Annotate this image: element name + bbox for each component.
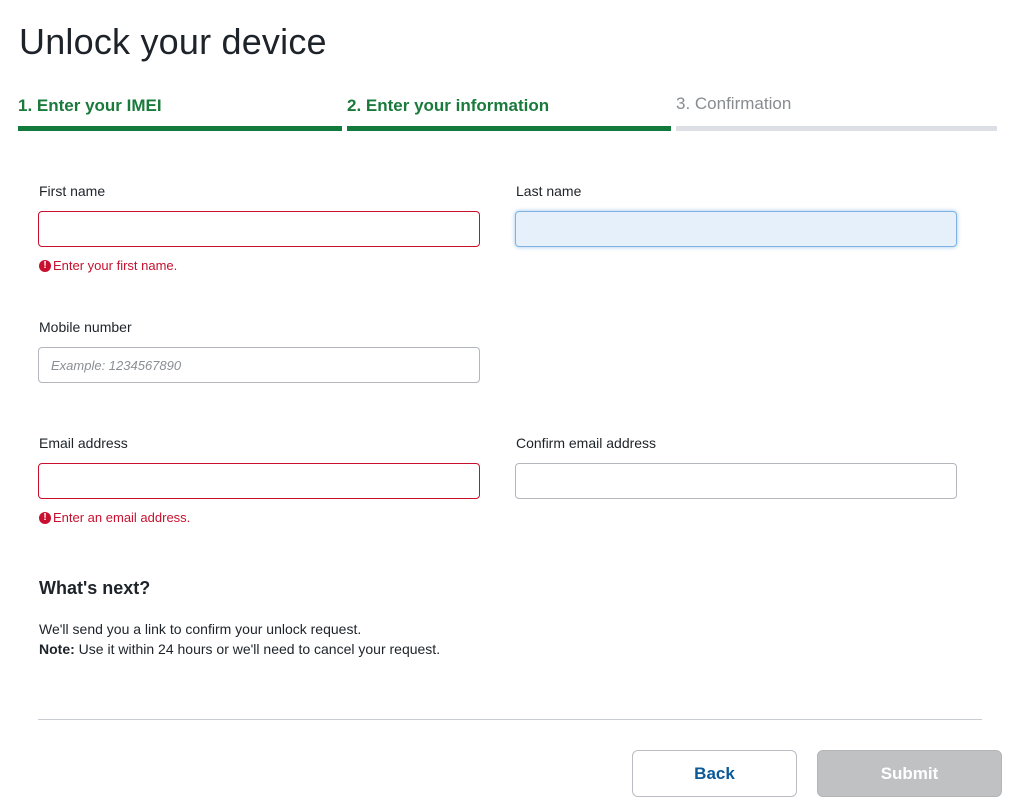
- step-progress-bar: [676, 126, 997, 131]
- confirm-email-field[interactable]: [515, 463, 957, 499]
- submit-button[interactable]: Submit: [817, 750, 1002, 797]
- note-label: Note:: [39, 641, 75, 657]
- step-label: 1. Enter your IMEI: [18, 96, 162, 115]
- first-name-field[interactable]: [38, 211, 480, 247]
- first-name-error: ! Enter your first name.: [39, 258, 177, 274]
- step-progress-bar: [18, 126, 342, 131]
- divider: [38, 719, 982, 720]
- email-label: Email address: [39, 435, 128, 451]
- confirm-email-label: Confirm email address: [516, 435, 657, 451]
- last-name-field[interactable]: [515, 211, 957, 247]
- step-label: 2. Enter your information: [347, 96, 550, 115]
- whats-next-text: We'll send you a link to confirm your un…: [39, 619, 440, 659]
- step-confirmation: 3. Confirmation: [676, 94, 997, 131]
- email-field[interactable]: [38, 463, 480, 499]
- step-enter-imei: 1. Enter your IMEI: [18, 94, 342, 131]
- mobile-number-label: Mobile number: [39, 319, 132, 335]
- whats-next-line: We'll send you a link to confirm your un…: [39, 621, 362, 637]
- exclamation-circle-icon: !: [39, 260, 51, 272]
- note-text: Use it within 24 hours or we'll need to …: [74, 641, 441, 657]
- step-label: 3. Confirmation: [676, 94, 792, 113]
- last-name-label: Last name: [516, 183, 582, 199]
- page-title: Unlock your device: [19, 21, 327, 62]
- back-button[interactable]: Back: [632, 750, 797, 797]
- whats-next-heading: What's next?: [39, 578, 151, 598]
- first-name-error-text: Enter your first name.: [53, 258, 178, 273]
- step-progress-bar: [347, 126, 671, 131]
- mobile-number-field[interactable]: [38, 347, 480, 383]
- whats-next-note: Note: Use it within 24 hours or we'll ne…: [39, 639, 440, 659]
- exclamation-circle-icon: !: [39, 512, 51, 524]
- unlock-page: Unlock your device 1. Enter your IMEI 2.…: [0, 0, 1022, 807]
- first-name-label: First name: [39, 183, 106, 199]
- email-error-text: Enter an email address.: [53, 510, 191, 525]
- email-error: ! Enter an email address.: [39, 510, 190, 526]
- step-enter-information: 2. Enter your information: [347, 94, 671, 131]
